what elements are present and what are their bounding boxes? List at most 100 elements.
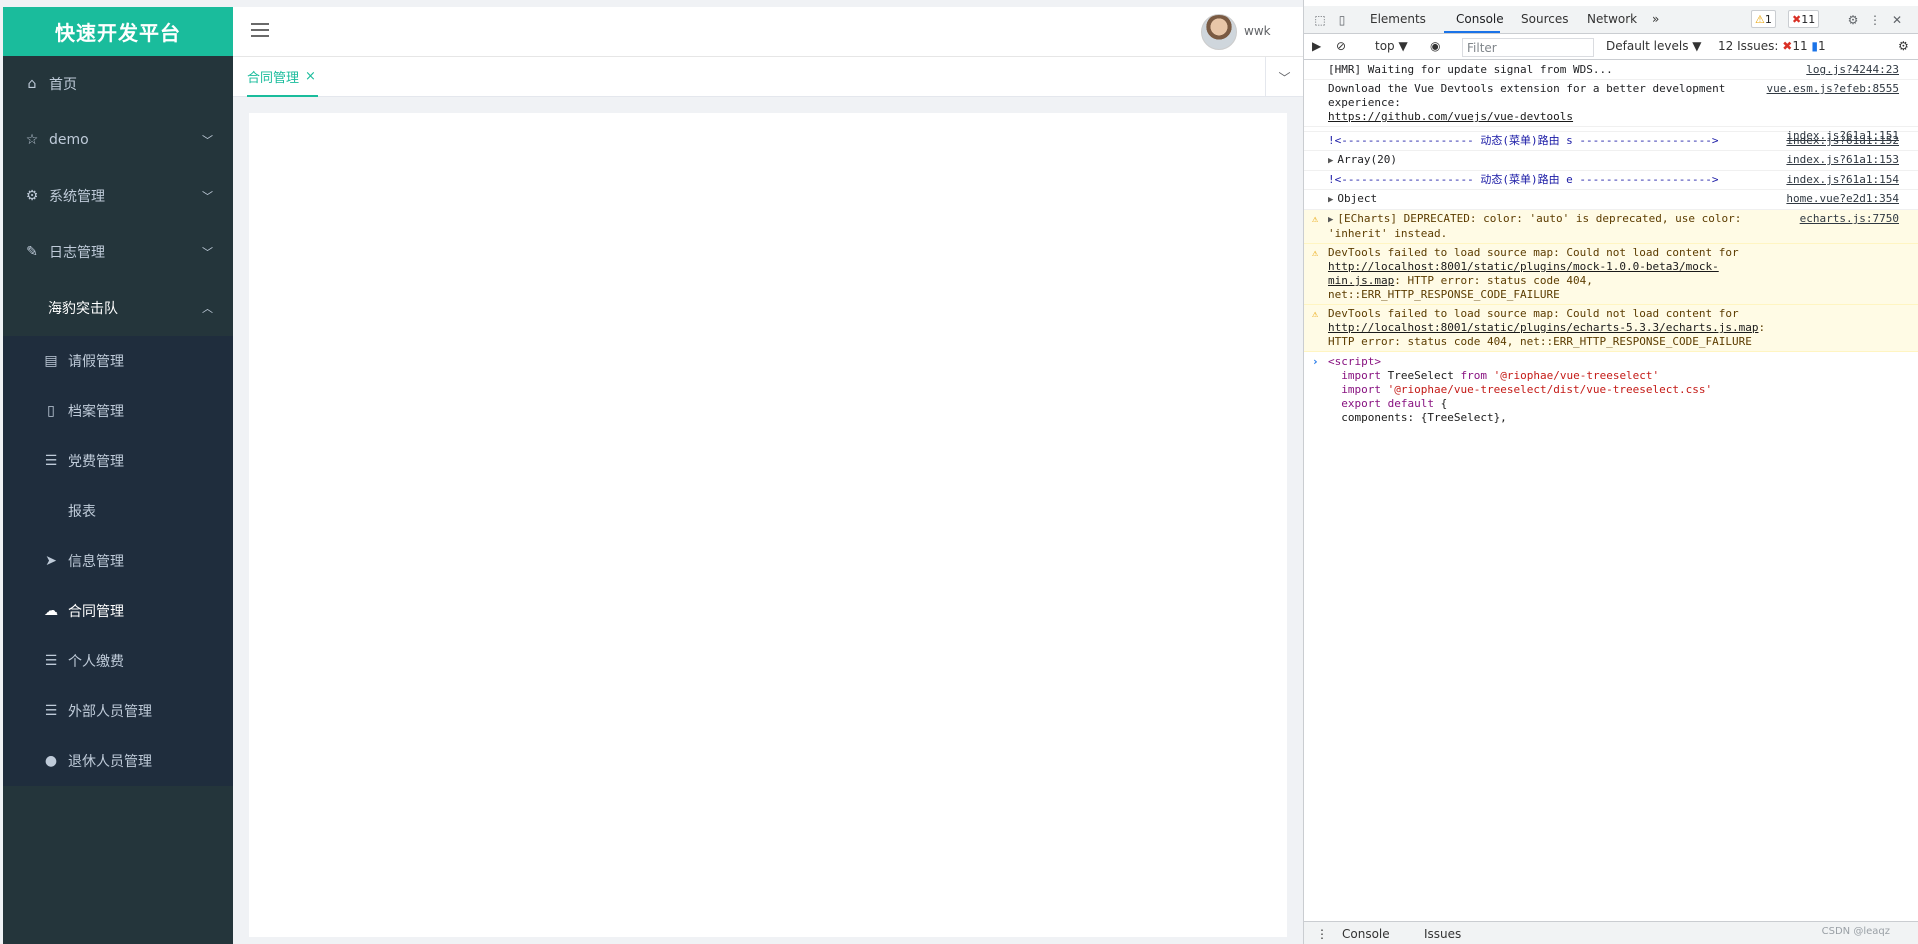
- submenu-item-label: 党费管理: [68, 454, 124, 470]
- more-tabs-icon[interactable]: »: [1652, 12, 1659, 26]
- source-link[interactable]: echarts.js:7750: [1800, 212, 1899, 226]
- list-icon: ☰: [44, 453, 58, 469]
- avatar[interactable]: [1201, 14, 1237, 50]
- message-link[interactable]: https://github.com/vuejs/vue-devtools: [1328, 110, 1573, 123]
- source-link[interactable]: home.vue?e2d1:354: [1786, 192, 1899, 206]
- submenu: ▤ 请假管理 ▯ 档案管理 ☰ 党费管理报表 ➤ 信息管理 ☁ 合同管理 ☰ 个人缴费 ☰ 外部人员管理 ●…: [3, 336, 233, 786]
- watermark: CSDN @leaqz: [1821, 926, 1890, 937]
- clear-console-icon[interactable]: ⊘: [1336, 39, 1346, 53]
- console-message: Download the Vue Devtools extension for …: [1304, 80, 1918, 127]
- eye-icon[interactable]: ◉: [1430, 39, 1440, 53]
- error-icon: ✖: [1782, 39, 1793, 53]
- warning-icon: ⚠: [1755, 12, 1765, 26]
- chevron-down-icon: ﹀: [202, 246, 213, 259]
- chevron-up-icon: ︿: [202, 302, 213, 315]
- expand-triangle-icon[interactable]: ▶: [1328, 215, 1333, 225]
- message-text: DevTools failed to load source map: Coul…: [1328, 246, 1746, 301]
- submenu-item-label: 退休人员管理: [68, 754, 152, 770]
- console-message: !<-------------------- 动态(菜单)路由 s ------…: [1304, 132, 1918, 151]
- console-message: ▶ Object home.vue?e2d1:354: [1304, 190, 1918, 210]
- active-tab-indicator: [1444, 31, 1500, 33]
- submenu-item-label: 合同管理: [68, 604, 124, 620]
- filter-input[interactable]: Filter: [1462, 38, 1594, 57]
- expand-triangle-icon[interactable]: ▶: [1328, 156, 1333, 166]
- list-icon: ☰: [44, 703, 58, 719]
- submenu-item[interactable]: ☁ 合同管理: [3, 586, 233, 636]
- drawer-tab-issues[interactable]: Issues: [1424, 927, 1461, 941]
- sidebar-item-label: 日志管理: [49, 245, 105, 261]
- issues-button[interactable]: 12 Issues: ✖11 ▮1: [1718, 39, 1826, 53]
- sidebar-item[interactable]: ⌂ 首页: [3, 56, 233, 112]
- context-select[interactable]: top ▼: [1375, 39, 1408, 53]
- tab-elements[interactable]: Elements: [1370, 12, 1426, 26]
- close-icon[interactable]: ×: [305, 69, 316, 84]
- device-toolbar-icon[interactable]: ▯: [1334, 12, 1350, 28]
- submenu-item[interactable]: ☰ 党费管理: [3, 436, 233, 486]
- tabs-bar: 合同管理 × ﹀: [233, 57, 1303, 97]
- gear-icon[interactable]: ⚙: [1845, 12, 1861, 28]
- main-content: [249, 113, 1287, 937]
- message-link[interactable]: http://localhost:8001/static/plugins/ech…: [1328, 321, 1758, 334]
- inspect-element-icon[interactable]: ⬚: [1312, 12, 1328, 28]
- sidebar-item[interactable]: ☆ demo ﹀: [3, 112, 233, 168]
- username[interactable]: wwk: [1244, 24, 1271, 38]
- code-line: <script>: [1328, 355, 1381, 368]
- tab-console[interactable]: Console: [1456, 12, 1504, 26]
- sidebar-group-open[interactable]: 海豹突击队 ︿: [3, 280, 233, 336]
- gear-icon: ⚙: [25, 188, 39, 204]
- source-link[interactable]: index.js?61a1:154: [1786, 173, 1899, 187]
- tab-label: 合同管理: [247, 70, 300, 86]
- sidebar-group-label: 海豹突击队: [48, 301, 118, 317]
- prompt-chevron-icon: ›: [1312, 355, 1319, 368]
- submenu-item[interactable]: ● 退休人员管理: [3, 736, 233, 786]
- submenu-item[interactable]: 报表: [3, 486, 233, 536]
- star-icon: ☆: [25, 132, 39, 148]
- submenu-item[interactable]: ▤ 请假管理: [3, 336, 233, 386]
- code-line: import '@riophae/vue-treeselect/dist/vue…: [1341, 383, 1713, 396]
- submenu-item[interactable]: ➤ 信息管理: [3, 536, 233, 586]
- code-line: components: {TreeSelect},: [1328, 411, 1507, 424]
- log-levels-select[interactable]: Default levels ▼: [1606, 39, 1702, 53]
- sidebar-item-label: 首页: [49, 77, 77, 93]
- console-warning: ⚠ DevTools failed to load source map: Cou…: [1304, 305, 1918, 352]
- cloud-upload-icon: ☁: [44, 603, 58, 619]
- kebab-menu-icon[interactable]: ⋮: [1867, 12, 1883, 28]
- source-link[interactable]: index.js?61a1:152: [1786, 134, 1899, 148]
- expand-triangle-icon[interactable]: ▶: [1328, 195, 1333, 205]
- tab-network[interactable]: Network: [1587, 12, 1637, 26]
- submenu-item[interactable]: ☰ 个人缴费: [3, 636, 233, 686]
- edit-icon: ✎: [26, 244, 38, 260]
- close-icon[interactable]: ✕: [1889, 12, 1905, 28]
- sidebar: 快速开发平台 ⌂ 首页 ☆ demo ﹀ ⚙ 系统管理 ﹀ ✎ 日志管理 ﹀ 海豹突击队 ︿ ▤ 请假管理 ▯…: [3, 7, 233, 944]
- console-input[interactable]: › <script> import TreeSelect from '@rioph…: [1304, 352, 1918, 428]
- tab-sources[interactable]: Sources: [1521, 12, 1568, 26]
- source-link[interactable]: log.js?4244:23: [1806, 63, 1899, 77]
- error-count-badge[interactable]: ✖ 11: [1788, 10, 1820, 28]
- hamburger-menu-icon[interactable]: [251, 23, 269, 39]
- drawer-menu-icon[interactable]: ⋮: [1316, 927, 1328, 941]
- sidebar-toggle-icon[interactable]: ▶: [1312, 39, 1321, 53]
- sidebar-item-label: 系统管理: [49, 189, 105, 205]
- home-icon: ⌂: [27, 76, 37, 92]
- send-icon: ➤: [45, 553, 57, 569]
- sidebar-item[interactable]: ⚙ 系统管理 ﹀: [3, 168, 233, 224]
- warning-count-badge[interactable]: ⚠ 1: [1751, 10, 1776, 28]
- submenu-item-label: 信息管理: [68, 554, 124, 570]
- submenu-item-label: 请假管理: [68, 354, 124, 370]
- sidebar-item[interactable]: ✎ 日志管理 ﹀: [3, 224, 233, 280]
- source-link[interactable]: vue.esm.js?efeb:8555: [1767, 82, 1899, 96]
- warning-icon: ⚠: [1312, 214, 1319, 225]
- submenu-item[interactable]: ☰ 外部人员管理: [3, 686, 233, 736]
- submenu-item[interactable]: ▯ 档案管理: [3, 386, 233, 436]
- message-text: DevTools failed to load source map: Coul…: [1328, 307, 1772, 348]
- sidebar-menu: ⌂ 首页 ☆ demo ﹀ ⚙ 系统管理 ﹀ ✎ 日志管理 ﹀ 海豹突击队 ︿ ▤ 请假管理 ▯ 档案管理 ☰ 党费…: [3, 56, 233, 786]
- document-icon: ▤: [44, 353, 58, 369]
- drawer-tab-console[interactable]: Console: [1342, 927, 1390, 941]
- submenu-item-label: 报表: [68, 504, 96, 520]
- chevron-down-icon[interactable]: ﹀: [1265, 57, 1303, 97]
- tab-contract-management[interactable]: 合同管理 ×: [247, 57, 318, 97]
- source-link[interactable]: index.js?61a1:153: [1786, 153, 1899, 167]
- console-settings-icon[interactable]: ⚙: [1898, 39, 1909, 53]
- console-toolbar: ▶ ⊘ top ▼ ◉ Filter Default levels ▼ 12 I…: [1304, 35, 1918, 60]
- submenu-item-label: 档案管理: [68, 404, 124, 420]
